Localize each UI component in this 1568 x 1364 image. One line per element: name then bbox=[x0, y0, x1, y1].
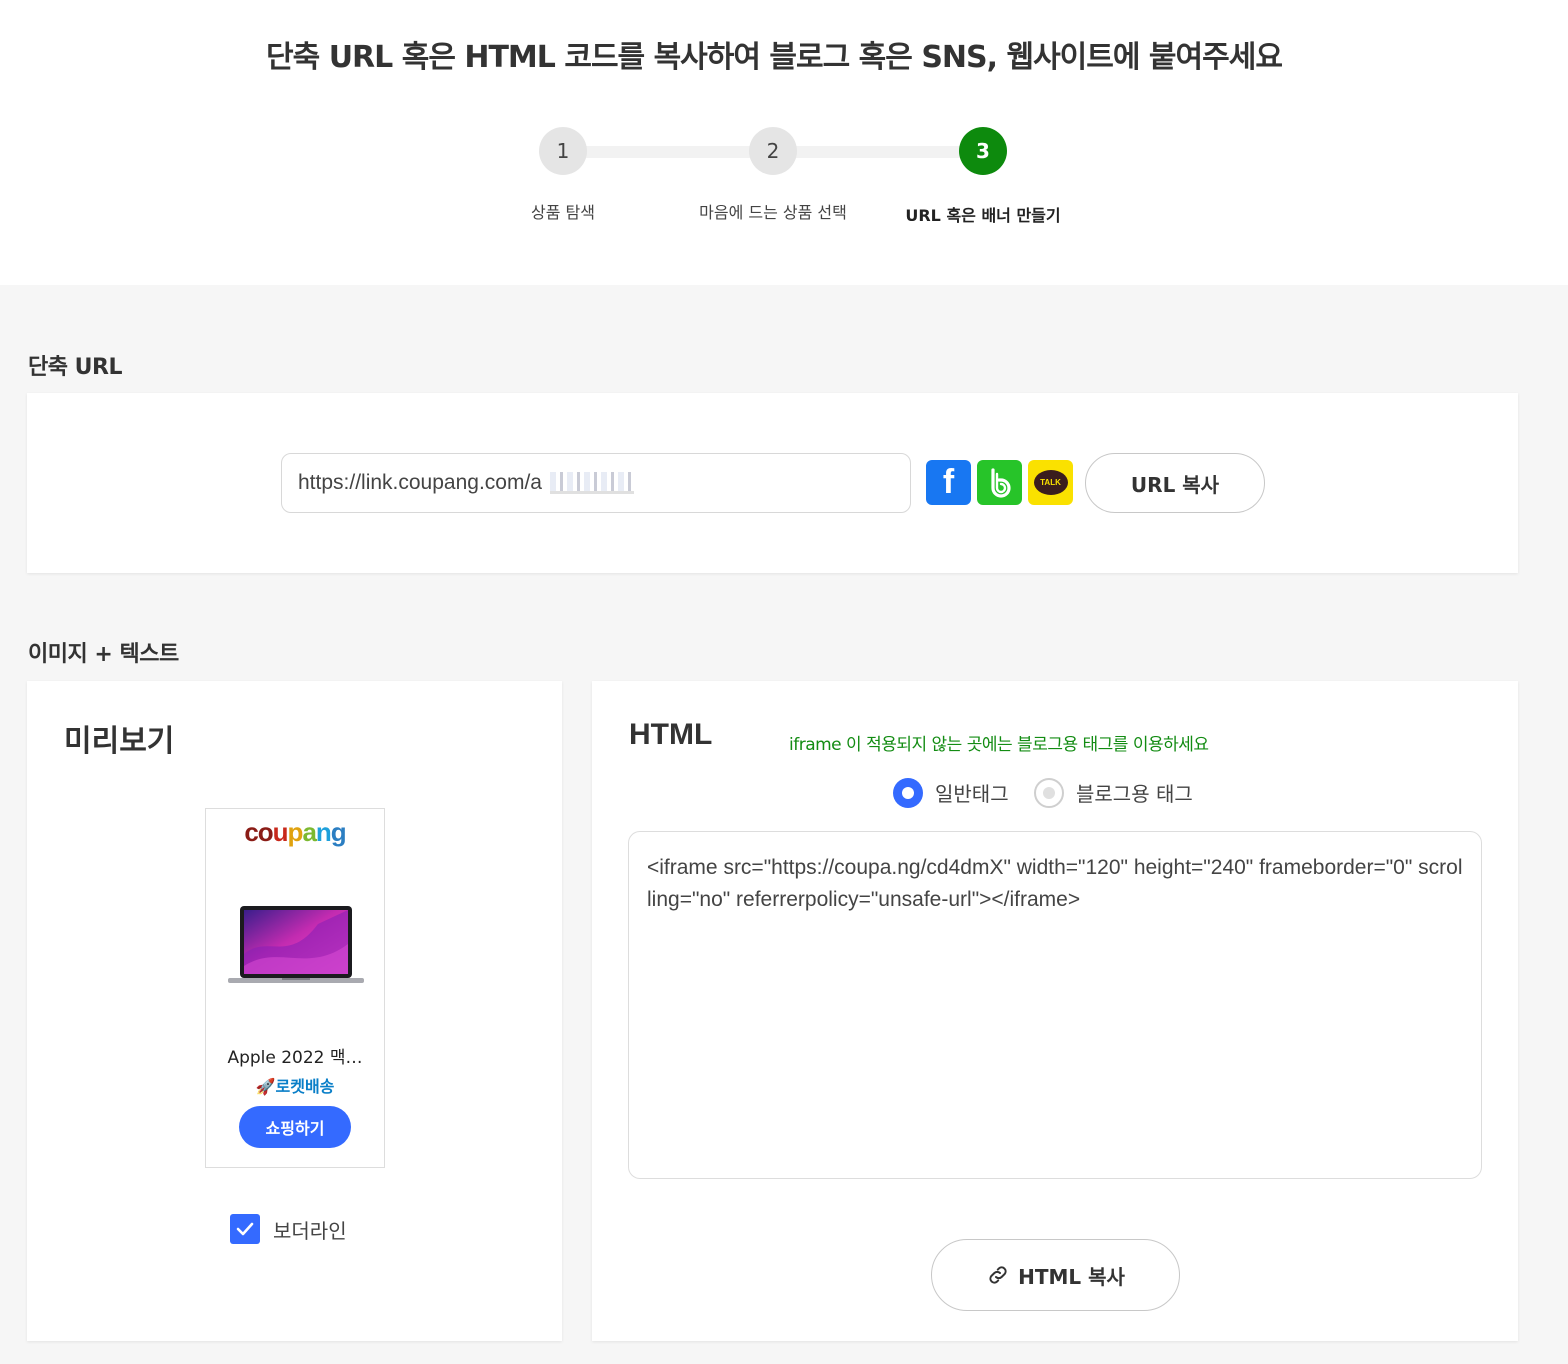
header-area: 단축 URL 혹은 HTML 코드를 복사하여 블로그 혹은 SNS, 웹사이트… bbox=[0, 0, 1568, 285]
blog-tag-radio[interactable] bbox=[1034, 778, 1064, 808]
facebook-share-button[interactable]: f bbox=[926, 460, 971, 505]
logo-letter: u bbox=[272, 817, 289, 847]
short-url-field[interactable]: https://link.coupang.com/a bbox=[281, 453, 911, 513]
html-code-textarea[interactable]: <iframe src="https://coupa.ng/cd4dmX" wi… bbox=[628, 831, 1482, 1179]
product-image bbox=[228, 906, 364, 983]
url-copy-button[interactable]: URL 복사 bbox=[1085, 453, 1265, 513]
border-checkbox[interactable] bbox=[230, 1214, 260, 1244]
short-url-section-title: 단축 URL bbox=[28, 355, 122, 380]
product-name: Apple 2022 맥… bbox=[227, 1048, 363, 1068]
html-hint: iframe 이 적용되지 않는 곳에는 블로그용 태그를 이용하세요 bbox=[789, 735, 1209, 755]
kakaotalk-share-button[interactable]: TALK bbox=[1028, 460, 1073, 505]
short-url-value: https://link.coupang.com/a bbox=[298, 471, 542, 494]
step-1-circle: 1 bbox=[539, 127, 587, 175]
normal-tag-radio[interactable] bbox=[893, 778, 923, 808]
coupang-logo: coupang bbox=[206, 817, 384, 848]
step-3-circle: 3 bbox=[959, 127, 1007, 175]
html-title: HTML bbox=[629, 718, 713, 751]
preview-title: 미리보기 bbox=[64, 724, 175, 759]
logo-letter: n bbox=[315, 817, 332, 847]
shopping-button[interactable]: 쇼핑하기 bbox=[239, 1106, 351, 1148]
kakaotalk-icon: TALK bbox=[1033, 470, 1068, 495]
check-icon bbox=[236, 1222, 254, 1236]
masked-url-suffix bbox=[549, 472, 634, 494]
logo-letter: g bbox=[330, 817, 347, 847]
facebook-icon: f bbox=[942, 463, 955, 501]
image-text-section-title: 이미지 + 텍스트 bbox=[28, 642, 179, 667]
band-icon bbox=[990, 467, 1011, 498]
step-2-circle: 2 bbox=[749, 127, 797, 175]
html-copy-label: HTML 복사 bbox=[1018, 1264, 1125, 1289]
normal-tag-label[interactable]: 일반태그 bbox=[935, 778, 1009, 807]
rocket-delivery-badge: 🚀로켓배송 bbox=[206, 1073, 384, 1097]
radio-dot bbox=[1043, 787, 1055, 799]
html-copy-button[interactable]: HTML 복사 bbox=[931, 1239, 1180, 1311]
page-title: 단축 URL 혹은 HTML 코드를 복사하여 블로그 혹은 SNS, 웹사이트… bbox=[266, 40, 1283, 75]
rocket-icon: 🚀 bbox=[255, 1077, 276, 1096]
logo-letter: a bbox=[302, 817, 317, 847]
step-3-label: URL 혹은 배너 만들기 bbox=[905, 206, 1061, 225]
rocket-label: 로켓배송 bbox=[275, 1077, 335, 1096]
link-icon bbox=[989, 1266, 1007, 1284]
blog-tag-label[interactable]: 블로그용 태그 bbox=[1076, 778, 1193, 807]
border-checkbox-label: 보더라인 bbox=[273, 1219, 347, 1243]
logo-letter: p bbox=[287, 817, 304, 847]
band-share-button[interactable] bbox=[977, 460, 1022, 505]
logo-letter: co bbox=[244, 817, 273, 847]
radio-dot bbox=[902, 787, 914, 799]
banner-preview: coupang Apple 2022 맥… 🚀로켓배송 쇼핑하기 bbox=[205, 808, 385, 1168]
